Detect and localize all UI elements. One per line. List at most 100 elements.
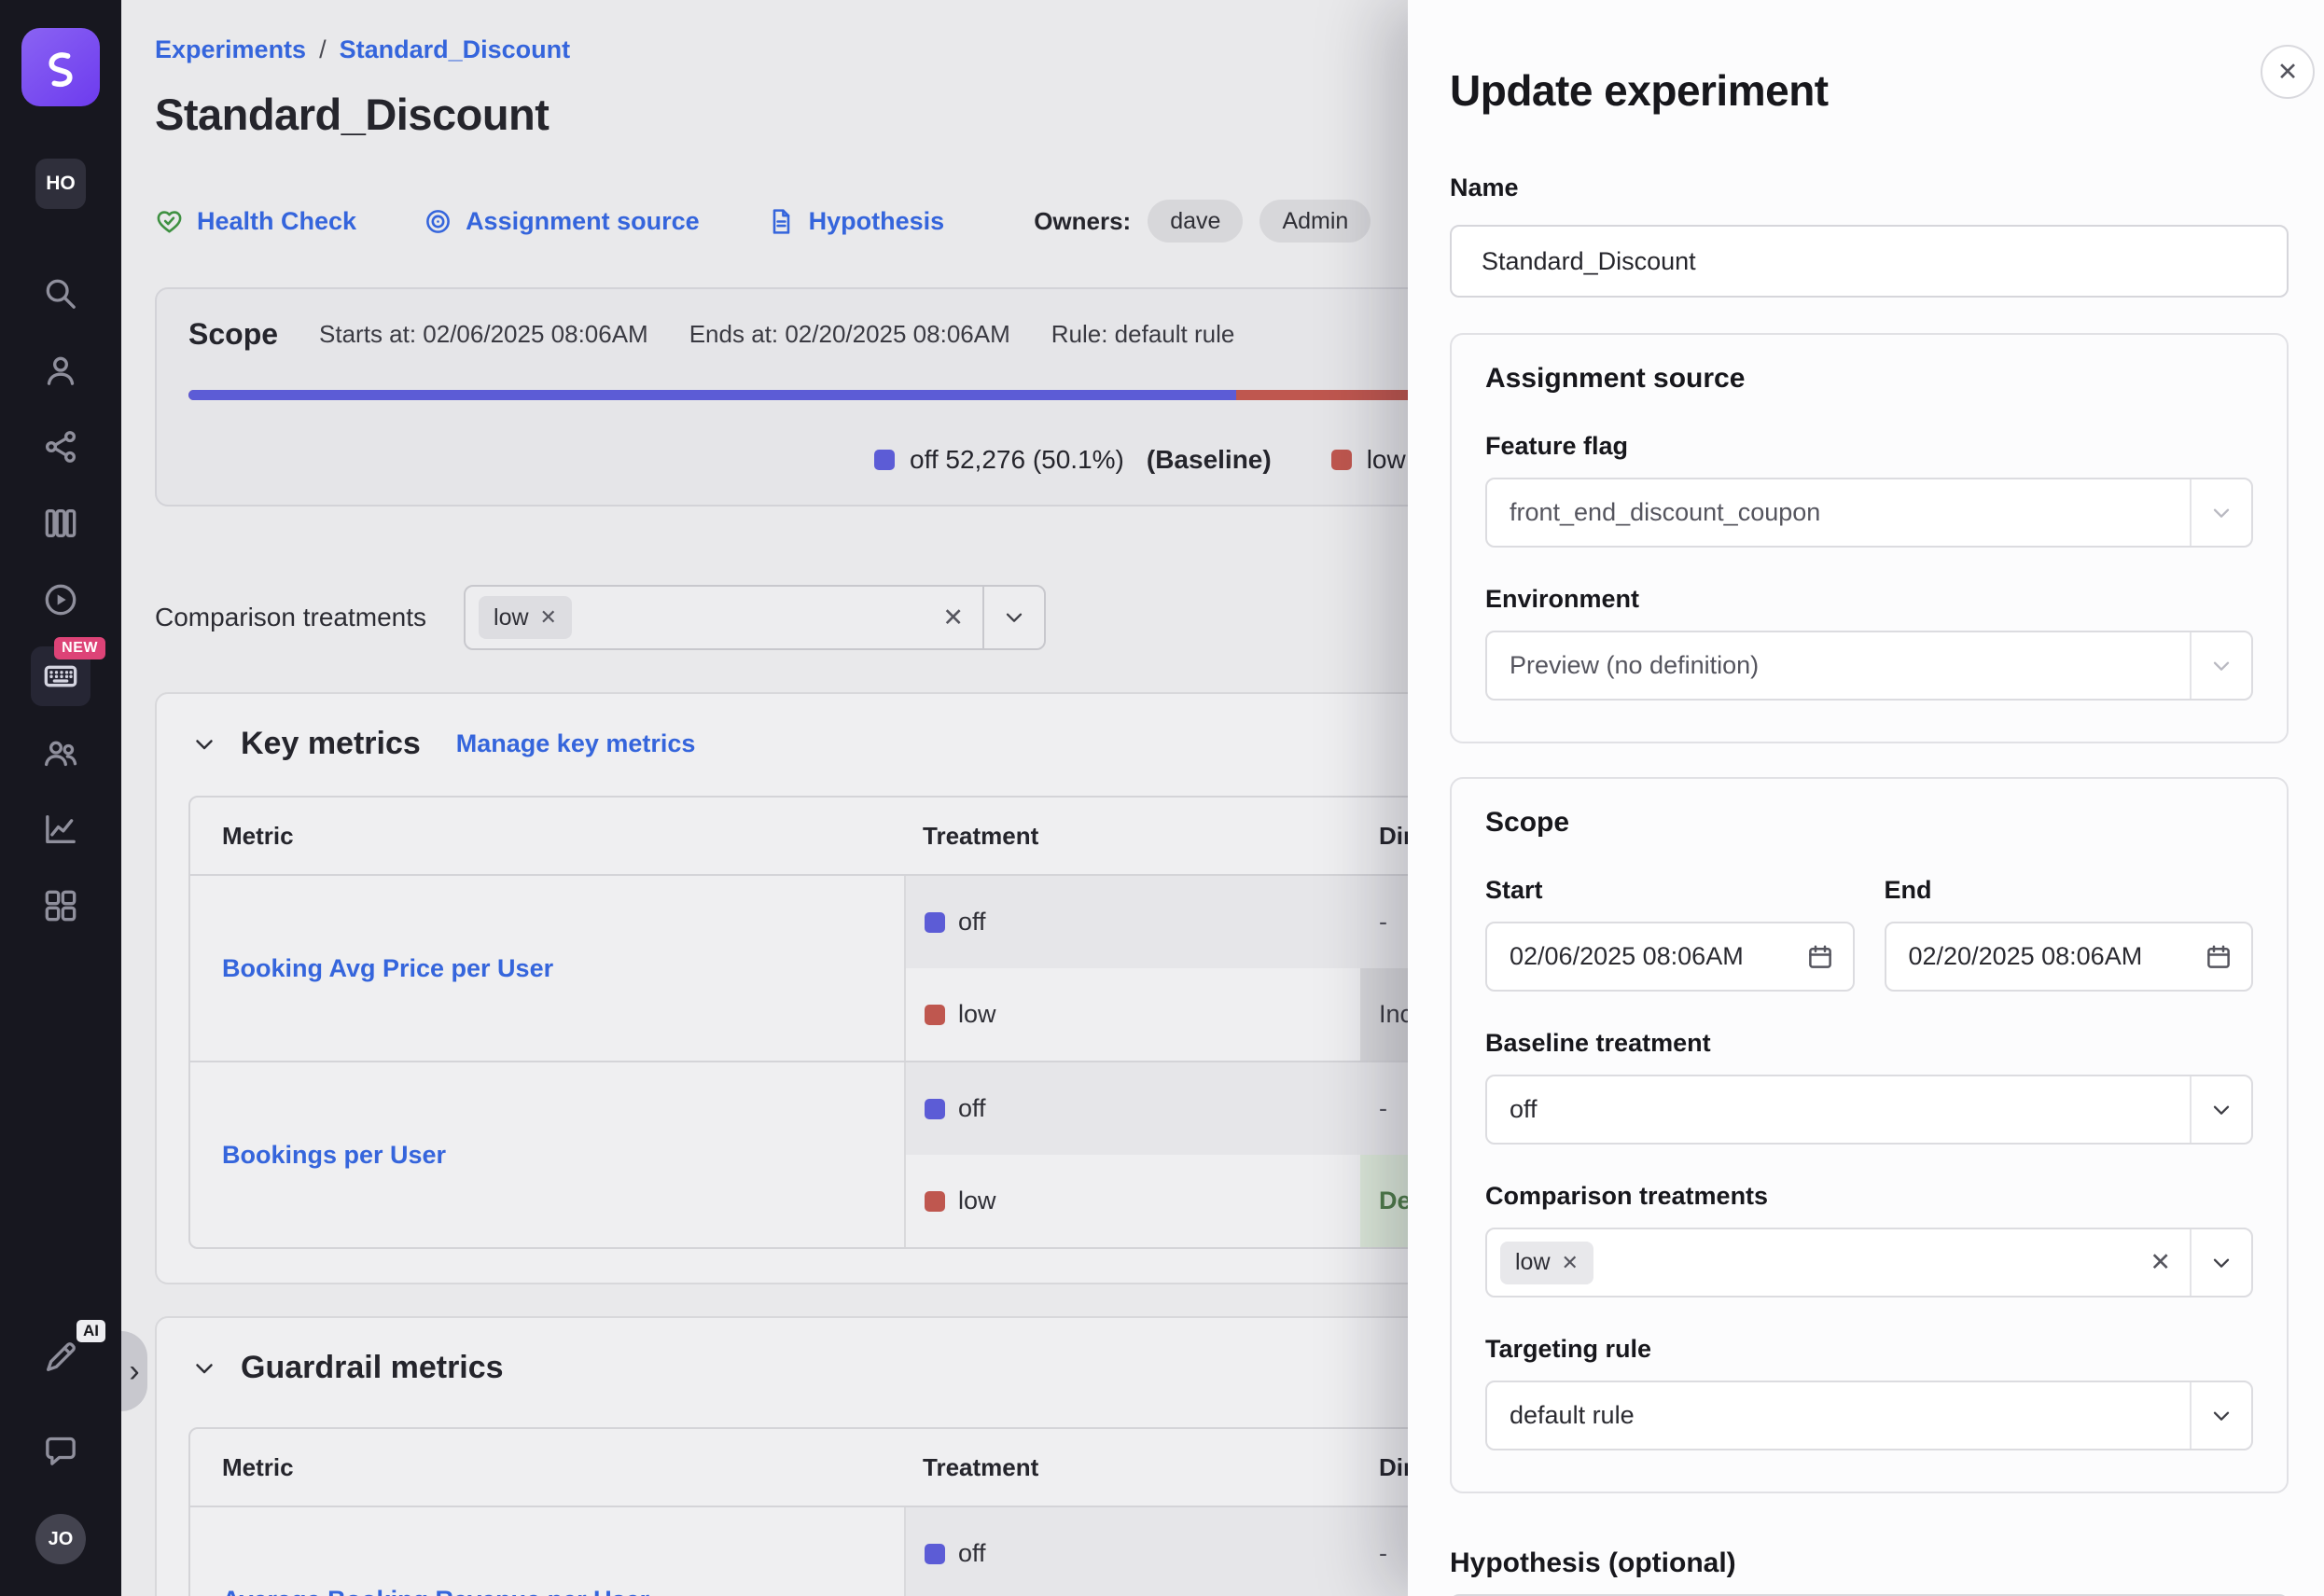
targeting-rule-label: Targeting rule	[1485, 1335, 2253, 1364]
legend-swatch-off	[874, 450, 895, 470]
name-label: Name	[1450, 173, 2289, 202]
sidebar-nav: NEW	[31, 264, 90, 936]
sidebar-item-autotune[interactable]	[31, 570, 90, 630]
baseline-treatment-select[interactable]: off	[1485, 1075, 2253, 1145]
end-date-input[interactable]: 02/20/2025 08:06AM	[1885, 922, 2254, 992]
treatment-swatch-low	[925, 1005, 945, 1025]
sidebar-item-search[interactable]	[31, 264, 90, 324]
key-metrics-title: Key metrics	[241, 726, 421, 762]
user-avatar[interactable]: JO	[35, 1514, 86, 1564]
sidebar-item-analytics[interactable]: NEW	[31, 646, 90, 706]
hypothesis-link[interactable]: Hypothesis	[767, 207, 945, 236]
targeting-rule-select[interactable]: default rule	[1485, 1381, 2253, 1450]
grid-icon	[42, 887, 79, 924]
sidebar-item-experiments[interactable]	[31, 493, 90, 553]
chevron-down-icon[interactable]	[984, 604, 1044, 631]
chat-bubble-icon	[42, 1432, 79, 1469]
app-logo[interactable]	[21, 28, 100, 106]
chip-label: low	[494, 604, 529, 631]
treatment-label: off	[958, 1539, 986, 1568]
chevron-down-icon[interactable]	[2192, 1097, 2251, 1123]
metric-link[interactable]: Average Booking Revenue per User	[222, 1586, 649, 1596]
sidebar: HO NEW AI	[0, 0, 121, 1596]
treatment-label: off	[958, 908, 986, 937]
columns-icon	[42, 505, 79, 542]
pencil-icon	[42, 1339, 79, 1376]
feature-flag-label: Feature flag	[1485, 432, 2253, 461]
collapse-chevron-icon[interactable]	[190, 1354, 218, 1382]
treatment-label: low	[958, 1000, 996, 1029]
comparison-treatments-label: Comparison treatments	[155, 603, 426, 632]
ai-badge: AI	[77, 1320, 105, 1342]
comparison-treatments-select[interactable]: low ✕ ✕	[1485, 1228, 2253, 1298]
column-header-treatment: Treatment	[904, 822, 1360, 851]
close-drawer-button[interactable]: ✕	[2261, 45, 2315, 99]
sidebar-item-audiences[interactable]	[31, 723, 90, 783]
close-icon: ✕	[2277, 58, 2299, 87]
legend-item-off: off 52,276 (50.1%) (Baseline)	[874, 445, 1272, 475]
breadcrumb-experiments-link[interactable]: Experiments	[155, 35, 306, 64]
workspace-badge[interactable]: HO	[35, 159, 86, 209]
assignment-source-link[interactable]: Assignment source	[424, 207, 700, 236]
health-check-label: Health Check	[197, 207, 356, 236]
start-date-input[interactable]: 02/06/2025 08:06AM	[1485, 922, 1855, 992]
comparison-treatments-select[interactable]: low ✕ ✕	[464, 585, 1046, 650]
sidebar-item-users[interactable]	[31, 340, 90, 400]
scope-ends-at: Ends at: 02/20/2025 08:06AM	[689, 320, 1010, 349]
new-badge: NEW	[54, 637, 105, 659]
chevron-down-icon[interactable]	[2192, 1403, 2251, 1429]
health-check-link[interactable]: Health Check	[155, 207, 356, 236]
column-header-metric: Metric	[190, 822, 904, 851]
chevron-down-icon	[2192, 653, 2251, 679]
user-icon	[42, 352, 79, 389]
hypothesis-optional-label: Hypothesis (optional)	[1450, 1547, 2289, 1579]
drawer-title: Update experiment	[1450, 65, 2289, 116]
clear-selection-icon[interactable]: ✕	[924, 604, 982, 632]
chip-remove-icon[interactable]: ✕	[1562, 1251, 1579, 1275]
legend-off-text: off 52,276 (50.1%)	[910, 445, 1124, 475]
chip-label: low	[1515, 1249, 1551, 1276]
document-icon	[767, 207, 796, 236]
search-icon	[42, 275, 79, 312]
environment-select[interactable]: Preview (no definition)	[1485, 631, 2253, 701]
breadcrumb-separator: /	[319, 35, 327, 64]
treatment-chip-low[interactable]: low ✕	[1500, 1242, 1593, 1284]
breadcrumb-current-link[interactable]: Standard_Discount	[340, 35, 571, 64]
chip-remove-icon[interactable]: ✕	[540, 605, 557, 630]
treatment-swatch-off	[925, 912, 945, 933]
owner-pill-admin[interactable]: Admin	[1259, 200, 1371, 243]
sidebar-bottom: AI JO	[31, 1327, 90, 1564]
treatment-chip-low[interactable]: low ✕	[479, 596, 572, 639]
feature-flag-select[interactable]: front_end_discount_coupon	[1485, 478, 2253, 548]
manage-key-metrics-link[interactable]: Manage key metrics	[456, 729, 696, 758]
collapse-chevron-icon[interactable]	[190, 730, 218, 758]
environment-value: Preview (no definition)	[1510, 651, 1759, 680]
clear-selection-icon[interactable]: ✕	[2131, 1248, 2190, 1277]
baseline-treatment-value: off	[1510, 1095, 1538, 1124]
sidebar-item-ai-assistant[interactable]: AI	[31, 1327, 90, 1387]
share-nodes-icon	[42, 428, 79, 465]
experiment-name-input[interactable]	[1450, 225, 2289, 298]
metric-link[interactable]: Booking Avg Price per User	[222, 954, 553, 983]
sidebar-item-dashboards[interactable]	[31, 876, 90, 936]
chevron-down-icon[interactable]	[2192, 1250, 2251, 1276]
end-label: End	[1885, 876, 2254, 905]
sidebar-item-assignment[interactable]	[31, 417, 90, 477]
chevron-down-icon	[2192, 500, 2251, 526]
target-icon	[424, 207, 452, 236]
feature-flag-value: front_end_discount_coupon	[1510, 498, 1820, 527]
start-label: Start	[1485, 876, 1855, 905]
end-date-value: 02/20/2025 08:06AM	[1909, 942, 2143, 971]
scope-bar-off	[188, 390, 1236, 400]
assignment-source-heading: Assignment source	[1485, 363, 2253, 395]
treatment-label: off	[958, 1094, 986, 1123]
metric-link[interactable]: Bookings per User	[222, 1141, 446, 1170]
calendar-icon	[1806, 943, 1834, 971]
chart-line-icon	[42, 811, 79, 848]
environment-label: Environment	[1485, 585, 2253, 614]
legend-swatch-low	[1331, 450, 1352, 470]
owner-pill-dave[interactable]: dave	[1148, 200, 1243, 243]
sidebar-item-help[interactable]	[31, 1421, 90, 1480]
sidebar-item-metrics[interactable]	[31, 799, 90, 859]
treatment-swatch-low	[925, 1191, 945, 1212]
